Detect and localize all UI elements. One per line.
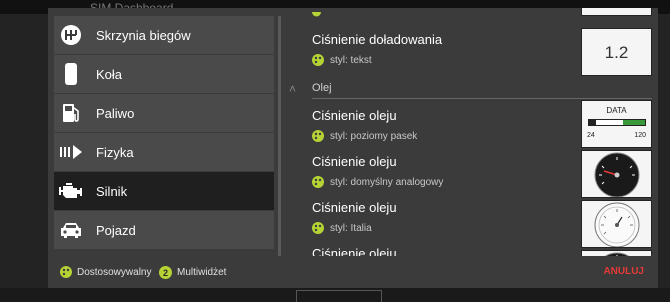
palette-icon [312,54,324,66]
multiwidget-badge: 2 [159,266,172,279]
legend-customizable: Dostosowywalny [60,266,151,278]
palette-icon [312,12,321,17]
analog-gauge-icon [594,152,640,197]
category-label: Skrzynia biegów [96,27,191,43]
category-list[interactable]: Skrzynia biegów Koła Paliwo Fizyka Silni… [48,16,278,256]
category-item-engine[interactable]: Silnik [54,172,274,210]
widget-style: styl: domyślny analogowy [312,176,443,188]
car-icon [54,211,88,249]
category-item-fuel[interactable]: Paliwo [54,94,274,132]
widget-thumbnail-analog[interactable] [581,150,652,198]
legend-label: Multiwidżet [177,267,227,278]
legend-label: Dostosowywalny [77,266,152,278]
background-widget-outline [296,290,382,302]
category-label: Fizyka [96,144,134,160]
thumbnail-bar-track [588,119,646,126]
thumbnail-bar-fill [589,120,596,125]
group-header-oil: ˄ Olej [281,80,658,100]
category-item-vehicle[interactable]: Pojazd [54,211,274,249]
category-label: Silnik [96,183,128,199]
italia-gauge-icon [594,202,640,247]
background-right-panel [656,14,670,302]
dialog-footer: Dostosowywalny 2 Multiwidżet ANULUJ [48,258,658,288]
widget-style: styl: Italia [312,222,372,234]
widget-title: Ciśnienie doładowania [312,32,443,47]
palette-icon [60,266,72,278]
thumbnail-max: 120 [634,132,646,139]
widget-thumbnail-previous [581,8,652,16]
thumbnail-bar-green-zone [623,120,645,125]
background-left-panel [0,14,48,302]
cancel-button[interactable]: ANULUJ [603,266,644,277]
widget-thumbnail-next[interactable] [581,250,652,256]
widget-thumbnail-bar[interactable]: DATA 24 120 [581,100,652,148]
legend-multiwidget: 2 Multiwidżet [159,266,226,279]
collapse-chevron-icon[interactable]: ˄ [289,82,296,96]
category-label: Koła [96,66,123,82]
wheel-icon [54,55,88,93]
thumbnail-title: DATA [606,106,627,115]
gearbox-icon [54,16,88,54]
widget-style-label: styl: domyślny analogowy [330,176,444,188]
category-label: Paliwo [96,105,135,121]
widget-thumbnail-italia[interactable] [581,200,652,248]
analog-gauge-icon [604,252,630,256]
physics-icon [54,133,88,171]
group-divider [312,98,652,99]
thumbnail-value: 1.2 [604,43,629,62]
widget-style-label: styl: Italia [330,222,372,234]
widget-title: Ciśnienie oleju [312,246,397,256]
widget-title: Ciśnienie oleju [312,154,397,169]
engine-icon [54,172,88,210]
widget-title: Ciśnienie oleju [312,200,397,215]
widget-list[interactable]: Ciśnienie doładowania styl: tekst 1.2 ˄ … [281,8,658,256]
widget-style: styl: tekst [312,54,372,66]
category-item-physics[interactable]: Fizyka [54,133,274,171]
widget-style-label: styl: tekst [330,54,372,66]
widget-title: Ciśnienie oleju [312,108,397,123]
fuel-icon [54,94,88,132]
category-item-gearbox[interactable]: Skrzynia biegów [54,16,274,54]
group-label: Olej [312,82,332,94]
thumbnail-min: 24 [587,132,595,139]
category-label: Pojazd [96,222,136,238]
palette-icon [312,130,324,142]
category-item-wheels[interactable]: Koła [54,55,274,93]
widget-style: styl: poziomy pasek [312,130,417,142]
widget-picker-dialog: Skrzynia biegów Koła Paliwo Fizyka Silni… [48,8,658,288]
widget-thumbnail-text[interactable]: 1.2 [581,28,652,76]
palette-icon [312,222,324,234]
palette-icon [312,176,324,188]
widget-style-label: styl: poziomy pasek [330,130,418,142]
